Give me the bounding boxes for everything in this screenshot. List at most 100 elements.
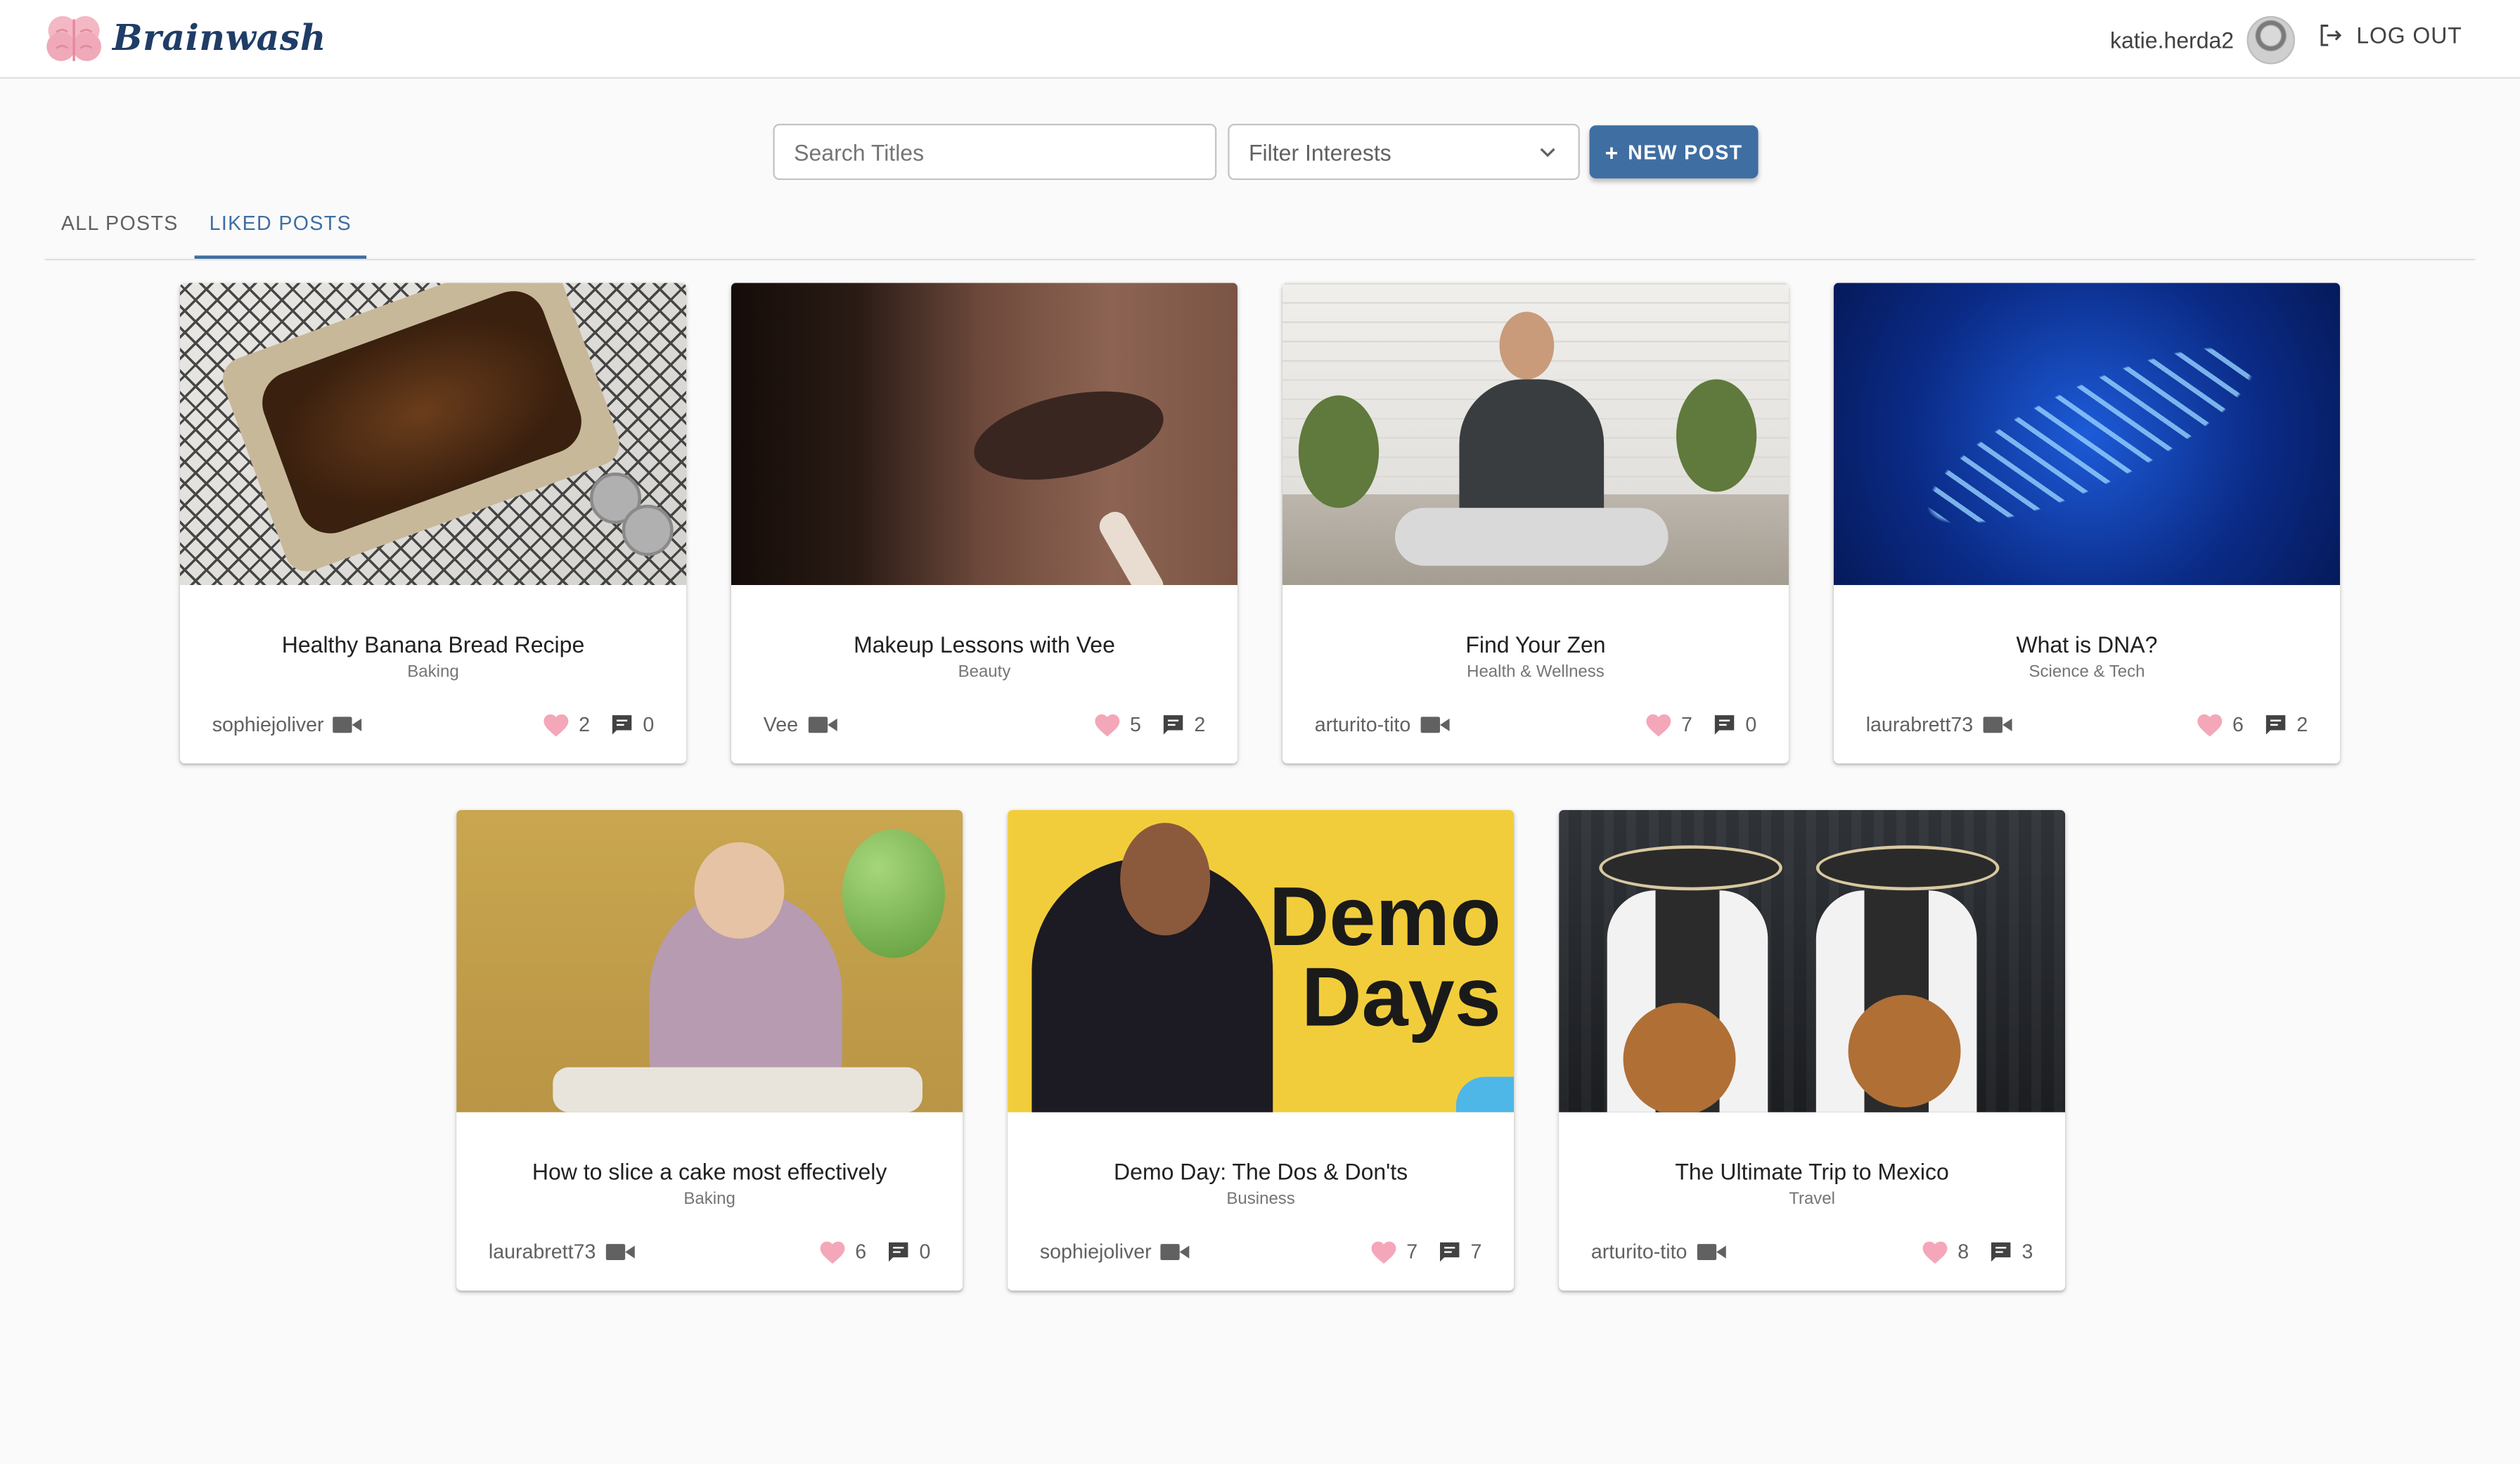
brain-icon — [46, 15, 101, 61]
post-category: Health & Wellness — [1467, 662, 1605, 682]
heart-icon — [1095, 714, 1120, 737]
post-meta: sophiejoliver 7 7 — [1040, 1238, 1482, 1266]
post-author[interactable]: arturito-tito — [1315, 714, 1411, 736]
comment-count[interactable]: 0 — [1711, 712, 1756, 738]
comment-icon — [1991, 1242, 2011, 1262]
like-count-value: 6 — [855, 1240, 867, 1264]
app-bar: Brainwash katie.herda2 LOG OUT — [0, 0, 2520, 79]
post-category: Baking — [407, 662, 459, 682]
username: katie.herda2 — [2109, 27, 2235, 53]
video-icon — [1697, 1243, 1726, 1261]
post-meta: arturito-tito 8 3 — [1591, 1238, 2033, 1266]
tab-liked-posts[interactable]: LIKED POSTS — [194, 190, 367, 259]
post-title[interactable]: The Ultimate Trip to Mexico — [1559, 1159, 2065, 1185]
brand-logo[interactable]: Brainwash — [45, 13, 326, 64]
heart-icon — [544, 714, 569, 737]
video-icon — [807, 715, 837, 734]
post-category: Business — [1226, 1189, 1295, 1209]
like-count-value: 7 — [1681, 713, 1692, 736]
post-card[interactable]: Find Your Zen Health & Wellness arturito… — [1282, 283, 1789, 764]
post-card[interactable]: The Ultimate Trip to Mexico Travel artur… — [1559, 809, 2066, 1291]
comment-count[interactable]: 2 — [1160, 712, 1205, 738]
new-post-label: NEW POST — [1628, 140, 1743, 163]
post-card[interactable]: Makeup Lessons with Vee Beauty Vee 5 2 — [731, 283, 1238, 764]
post-category: Science & Tech — [2029, 662, 2145, 682]
comment-count-value: 3 — [2021, 1240, 2033, 1264]
like-count[interactable]: 8 — [1921, 1239, 1969, 1265]
tab-label: ALL POSTS — [60, 212, 179, 235]
post-meta: sophiejoliver 2 0 — [212, 710, 654, 739]
filter-interests-select[interactable]: Filter Interests — [1228, 123, 1580, 180]
post-title[interactable]: Demo Day: The Dos & Don'ts — [1008, 1159, 1514, 1185]
post-card[interactable]: Healthy Banana Bread Recipe Baking sophi… — [179, 283, 686, 764]
like-count-value: 5 — [1130, 713, 1141, 736]
video-icon — [1161, 1243, 1190, 1261]
comment-count[interactable]: 0 — [886, 1239, 931, 1265]
like-count[interactable]: 7 — [1644, 712, 1692, 738]
like-count[interactable]: 6 — [818, 1239, 866, 1265]
post-meta: arturito-tito 7 0 — [1315, 710, 1756, 739]
comment-count[interactable]: 2 — [2263, 712, 2308, 738]
app-frame: Brainwash katie.herda2 LOG OUT Filter In… — [0, 0, 2520, 1464]
post-category: Beauty — [958, 662, 1011, 682]
post-title[interactable]: How to slice a cake most effectively — [456, 1159, 963, 1185]
post-meta: laurabrett73 6 2 — [1866, 710, 2308, 739]
post-thumbnail[interactable] — [456, 809, 963, 1112]
post-thumbnail[interactable] — [179, 283, 686, 585]
post-thumbnail[interactable] — [1282, 283, 1789, 585]
comment-count[interactable]: 3 — [1988, 1239, 2033, 1265]
brand-name: Brainwash — [112, 18, 327, 60]
comment-icon — [1714, 715, 1735, 735]
video-icon — [1982, 715, 2012, 734]
comment-count[interactable]: 7 — [1437, 1239, 1482, 1265]
like-count[interactable]: 6 — [2195, 712, 2244, 738]
new-post-button[interactable]: + NEW POST — [1589, 125, 1759, 179]
post-title[interactable]: What is DNA? — [1834, 631, 2340, 657]
heart-icon — [1922, 1241, 1948, 1264]
like-count[interactable]: 2 — [541, 712, 590, 738]
chevron-down-icon — [1540, 147, 1555, 157]
comment-count-value: 2 — [1194, 713, 1206, 736]
comment-count-value: 2 — [2296, 713, 2308, 736]
post-author[interactable]: laurabrett73 — [1866, 714, 1973, 736]
post-title[interactable]: Find Your Zen — [1282, 631, 1789, 657]
plus-icon: + — [1605, 139, 1619, 165]
tab-all-posts[interactable]: ALL POSTS — [45, 190, 195, 257]
like-count[interactable]: 7 — [1370, 1239, 1418, 1265]
post-thumbnail[interactable] — [1833, 283, 2340, 585]
heart-icon — [820, 1241, 845, 1264]
post-meta: Vee 5 2 — [764, 710, 1205, 739]
logout-button[interactable]: LOG OUT — [2318, 23, 2462, 49]
post-thumbnail[interactable] — [731, 283, 1238, 585]
like-count-value: 8 — [1958, 1240, 1969, 1264]
comment-count-value: 0 — [919, 1240, 931, 1264]
logout-label: LOG OUT — [2356, 22, 2462, 49]
post-title[interactable]: Healthy Banana Bread Recipe — [180, 631, 686, 657]
comment-count-value: 7 — [1470, 1240, 1482, 1264]
post-thumbnail[interactable] — [1559, 809, 2066, 1112]
comment-count[interactable]: 0 — [609, 712, 654, 738]
video-icon — [333, 715, 363, 734]
post-author[interactable]: arturito-tito — [1591, 1241, 1688, 1264]
search-input[interactable] — [773, 123, 1217, 180]
logout-icon — [2320, 25, 2342, 46]
post-author[interactable]: Vee — [764, 714, 798, 736]
tabs: ALL POSTS LIKED POSTS — [44, 190, 2475, 261]
avatar[interactable] — [2246, 15, 2295, 65]
comment-count-value: 0 — [1745, 713, 1757, 736]
post-card[interactable]: Demo Days Demo Day: The Dos & Don'ts Bus… — [1008, 809, 1515, 1291]
user-menu[interactable]: katie.herda2 — [2109, 15, 2295, 65]
post-category: Travel — [1789, 1189, 1836, 1209]
comment-icon — [1440, 1242, 1460, 1262]
like-count[interactable]: 5 — [1093, 712, 1141, 738]
post-card[interactable]: How to slice a cake most effectively Bak… — [456, 809, 963, 1291]
post-author[interactable]: sophiejoliver — [1040, 1241, 1152, 1264]
post-author[interactable]: sophiejoliver — [212, 714, 324, 736]
heart-icon — [1646, 714, 1671, 737]
post-title[interactable]: Makeup Lessons with Vee — [731, 631, 1238, 657]
post-author[interactable]: laurabrett73 — [489, 1241, 596, 1264]
post-card[interactable]: What is DNA? Science & Tech laurabrett73… — [1833, 283, 2340, 764]
like-count-value: 7 — [1406, 1240, 1418, 1264]
comment-icon — [2265, 715, 2286, 735]
post-thumbnail[interactable]: Demo Days — [1008, 809, 1515, 1112]
